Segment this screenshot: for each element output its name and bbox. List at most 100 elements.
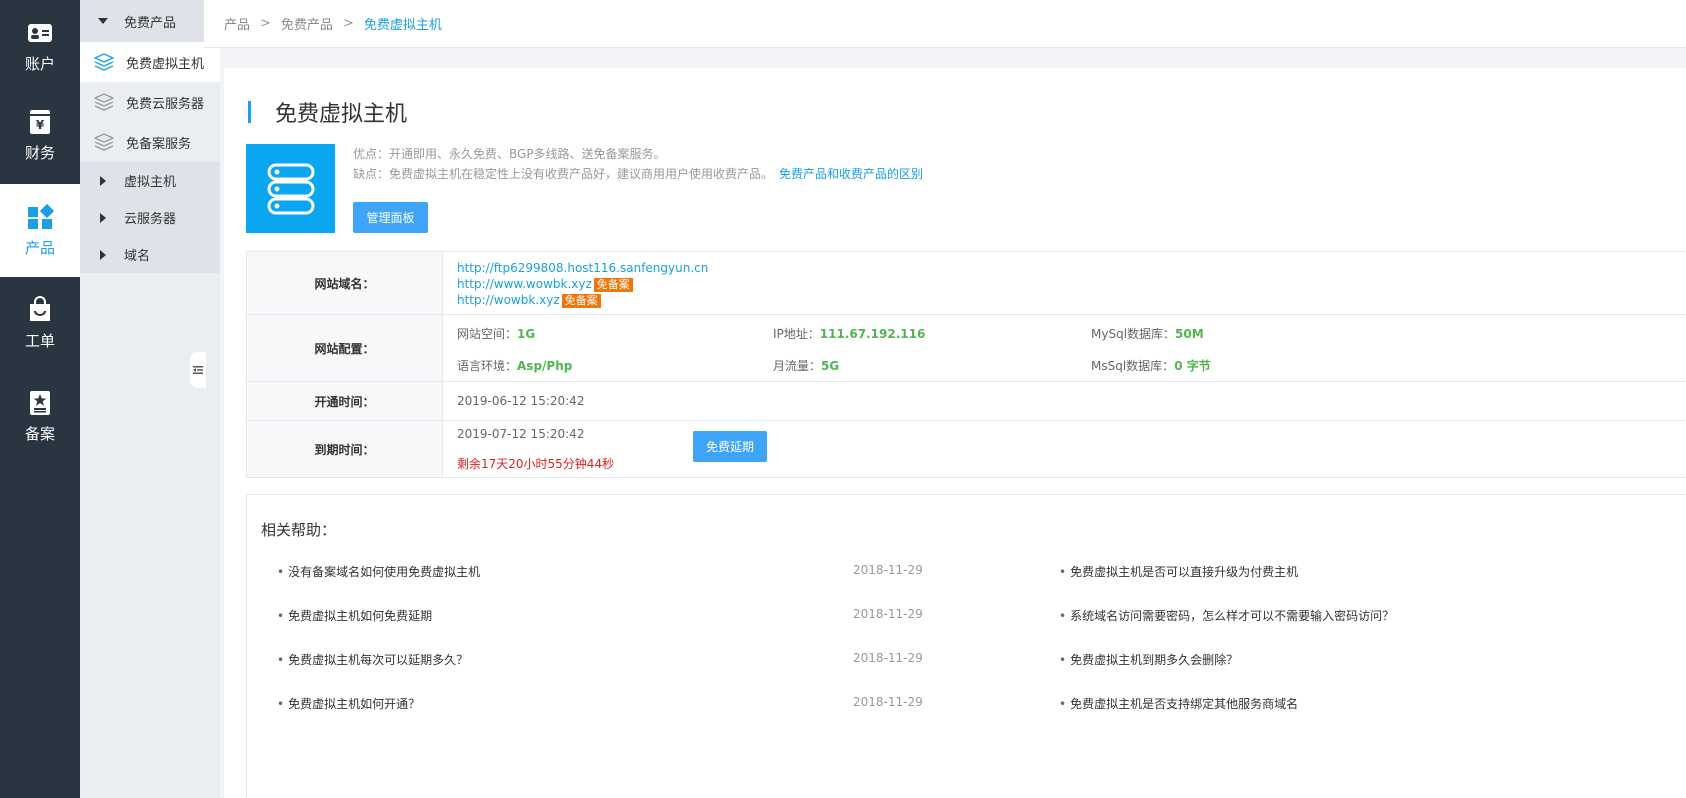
spec-traffic: 月流量：5G bbox=[773, 359, 840, 373]
breadcrumb-item-current: 免费虚拟主机 bbox=[363, 18, 442, 33]
layers-icon bbox=[94, 133, 114, 151]
layers-icon bbox=[94, 53, 114, 71]
collapse-sidebar-button[interactable] bbox=[190, 352, 206, 388]
breadcrumb-separator: > bbox=[342, 16, 354, 31]
config-specs: 网站空间：1G IP地址：111.67.192.116 MySql数据库：50M… bbox=[443, 315, 1686, 381]
chevron-down-icon bbox=[98, 18, 108, 24]
help-link[interactable]: • 免费虚拟主机是否可以直接升级为付费主机 bbox=[1059, 563, 1298, 580]
no-filing-badge: 免备案 bbox=[593, 278, 633, 292]
help-link[interactable]: • 免费虚拟主机如何免费延期 bbox=[277, 607, 432, 624]
subnav-group-domain[interactable]: 域名 bbox=[80, 236, 220, 273]
diff-link[interactable]: 免费产品和收费产品的区别 bbox=[779, 167, 923, 181]
breadcrumb: 产品 > 免费产品 > 免费虚拟主机 bbox=[204, 0, 1686, 48]
expire-time-label: 到期时间： bbox=[247, 421, 443, 477]
title-row: 免费虚拟主机 bbox=[248, 96, 407, 128]
pros-text: 优点：开通即用、永久免费、BGP多线路、送免备案服务。 bbox=[353, 147, 666, 161]
spec-space: 网站空间：1G bbox=[457, 327, 536, 341]
spec-ip: IP地址：111.67.192.116 bbox=[773, 327, 926, 341]
expire-time-value: 2019-07-12 15:20:42 bbox=[457, 427, 585, 441]
subnav-group-cloud-server[interactable]: 云服务器 bbox=[80, 199, 220, 236]
rail-item-ticket[interactable]: 工单 bbox=[0, 277, 80, 370]
related-help: 相关帮助： • 没有备案域名如何使用免费虚拟主机 2018-11-29 • 免费虚拟… bbox=[246, 494, 1686, 798]
account-icon bbox=[26, 19, 54, 47]
help-date: 2018-11-29 bbox=[853, 563, 923, 577]
breadcrumb-item-product[interactable]: 产品 bbox=[224, 14, 250, 33]
help-link[interactable]: • 免费虚拟主机到期多久会删除？ bbox=[1059, 651, 1238, 668]
help-link[interactable]: • 免费虚拟主机是否支持绑定其他服务商域名 bbox=[1059, 695, 1298, 712]
rail-label: 备案 bbox=[24, 425, 55, 443]
help-row: • 没有备案域名如何使用免费虚拟主机 2018-11-29 • 免费虚拟主机是否可以… bbox=[247, 563, 1669, 583]
expire-time-cell: 2019-07-12 15:20:42 剩余17天20小时55分钟44秒 免费延… bbox=[443, 421, 1686, 477]
help-link[interactable]: • 系统域名访问需要密码，怎么样才可以不需要输入密码访问？ bbox=[1059, 607, 1394, 624]
subnav-item-label: 免费虚拟主机 bbox=[126, 56, 205, 72]
subnav-group-label: 虚拟主机 bbox=[124, 175, 177, 190]
rail-item-finance[interactable]: ¥ 财务 bbox=[0, 89, 80, 182]
main-card: 免费虚拟主机 优点：开通即用、永久免费、BGP多线路、送免备案服务。 缺点：免费… bbox=[224, 68, 1686, 798]
subnav-group-free[interactable]: 免费产品 bbox=[80, 0, 220, 42]
rail-label: 工单 bbox=[24, 332, 55, 350]
chevron-right-icon bbox=[100, 249, 106, 260]
cons-text: 缺点：免费虚拟主机在稳定性上没有收费产品好，建议商用用户使用收费产品。 bbox=[353, 167, 774, 181]
remaining-time: 剩余17天20小时55分钟44秒 bbox=[457, 457, 615, 471]
spec-mssql: MsSql数据库：0 字节 bbox=[1091, 359, 1211, 373]
rail-item-account[interactable]: 账户 bbox=[0, 0, 80, 93]
layers-icon bbox=[94, 93, 114, 111]
collapse-icon bbox=[193, 366, 203, 374]
server-icon bbox=[246, 144, 335, 233]
help-link[interactable]: • 免费虚拟主机如何开通？ bbox=[277, 695, 420, 712]
manage-panel-button[interactable]: 管理面板 bbox=[353, 202, 428, 233]
product-description: 优点：开通即用、永久免费、BGP多线路、送免备案服务。 缺点：免费虚拟主机在稳定… bbox=[353, 144, 923, 184]
domain-list: http://ftp6299808.host116.sanfengyun.cn … bbox=[443, 252, 1686, 314]
help-row: • 免费虚拟主机如何免费延期 2018-11-29 • 系统域名访问需要密码，怎么样… bbox=[247, 607, 1669, 627]
help-date: 2018-11-29 bbox=[853, 695, 923, 709]
page-title: 免费虚拟主机 bbox=[275, 102, 408, 127]
help-date: 2018-11-29 bbox=[853, 607, 923, 621]
help-link[interactable]: • 没有备案域名如何使用免费虚拟主机 bbox=[277, 563, 480, 580]
subnav-item-label: 免备案服务 bbox=[126, 136, 192, 152]
host-info-table: 网站域名： http://ftp6299808.host116.sanfengy… bbox=[246, 251, 1686, 478]
subnav-group-label: 免费产品 bbox=[124, 15, 177, 31]
rail-label: 财务 bbox=[24, 144, 55, 162]
subnav-item-no-filing[interactable]: 免备案服务 bbox=[80, 122, 220, 162]
open-time-label: 开通时间： bbox=[247, 382, 443, 420]
spec-mysql: MySql数据库：50M bbox=[1091, 327, 1204, 341]
config-label: 网站配置： bbox=[247, 315, 443, 381]
open-time-value: 2019-06-12 15:20:42 bbox=[457, 394, 585, 408]
title-accent-bar bbox=[248, 101, 251, 123]
help-row: • 免费虚拟主机如何开通？ 2018-11-29 • 免费虚拟主机是否支持绑定其他服… bbox=[247, 695, 1669, 715]
row-open-time: 开通时间： 2019-06-12 15:20:42 bbox=[247, 382, 1686, 421]
chevron-right-icon bbox=[100, 175, 106, 186]
finance-icon: ¥ bbox=[26, 108, 54, 136]
domain-link[interactable]: http://ftp6299808.host116.sanfengyun.cn bbox=[457, 260, 1686, 276]
help-date: 2018-11-29 bbox=[853, 651, 923, 665]
subnav-group-label: 云服务器 bbox=[124, 212, 177, 227]
product-subnav: 免费产品 免费虚拟主机 免费云服务器 免备案服务 虚拟主机 云服务器 域名 bbox=[80, 0, 220, 798]
spec-language: 语言环境：Asp/Php bbox=[457, 359, 573, 373]
chevron-right-icon bbox=[100, 212, 106, 223]
domain-label: 网站域名： bbox=[247, 252, 443, 314]
help-link[interactable]: • 免费虚拟主机每次可以延期多久？ bbox=[277, 651, 468, 668]
subnav-item-free-host[interactable]: 免费虚拟主机 bbox=[80, 42, 220, 82]
rail-label: 产品 bbox=[24, 239, 55, 257]
breadcrumb-item-free[interactable]: 免费产品 bbox=[281, 14, 333, 33]
subnav-item-free-cloud[interactable]: 免费云服务器 bbox=[80, 82, 220, 122]
breadcrumb-separator: > bbox=[260, 16, 271, 31]
row-domain: 网站域名： http://ftp6299808.host116.sanfengy… bbox=[247, 252, 1686, 315]
main-rail: 账户 ¥ 财务 产品 工单 备案 bbox=[0, 0, 80, 798]
free-extend-button[interactable]: 免费延期 bbox=[693, 431, 767, 462]
filing-icon bbox=[26, 389, 54, 417]
no-filing-badge: 免备案 bbox=[561, 294, 601, 308]
rail-label: 账户 bbox=[24, 55, 55, 73]
domain-link[interactable]: http://wowbk.xyz bbox=[457, 293, 560, 307]
rail-item-filing[interactable]: 备案 bbox=[0, 370, 80, 463]
ticket-icon bbox=[26, 296, 54, 324]
svg-text:¥: ¥ bbox=[36, 118, 45, 132]
row-expire-time: 到期时间： 2019-07-12 15:20:42 剩余17天20小时55分钟4… bbox=[247, 421, 1686, 477]
subnav-group-label: 域名 bbox=[124, 249, 151, 264]
help-row: • 免费虚拟主机每次可以延期多久？ 2018-11-29 • 免费虚拟主机到期多久会… bbox=[247, 651, 1669, 671]
help-title: 相关帮助： bbox=[261, 521, 337, 539]
subnav-item-label: 免费云服务器 bbox=[126, 96, 205, 112]
domain-link[interactable]: http://www.wowbk.xyz bbox=[457, 277, 592, 291]
subnav-group-virtual-host[interactable]: 虚拟主机 bbox=[80, 162, 220, 199]
rail-item-product[interactable]: 产品 bbox=[0, 184, 80, 277]
